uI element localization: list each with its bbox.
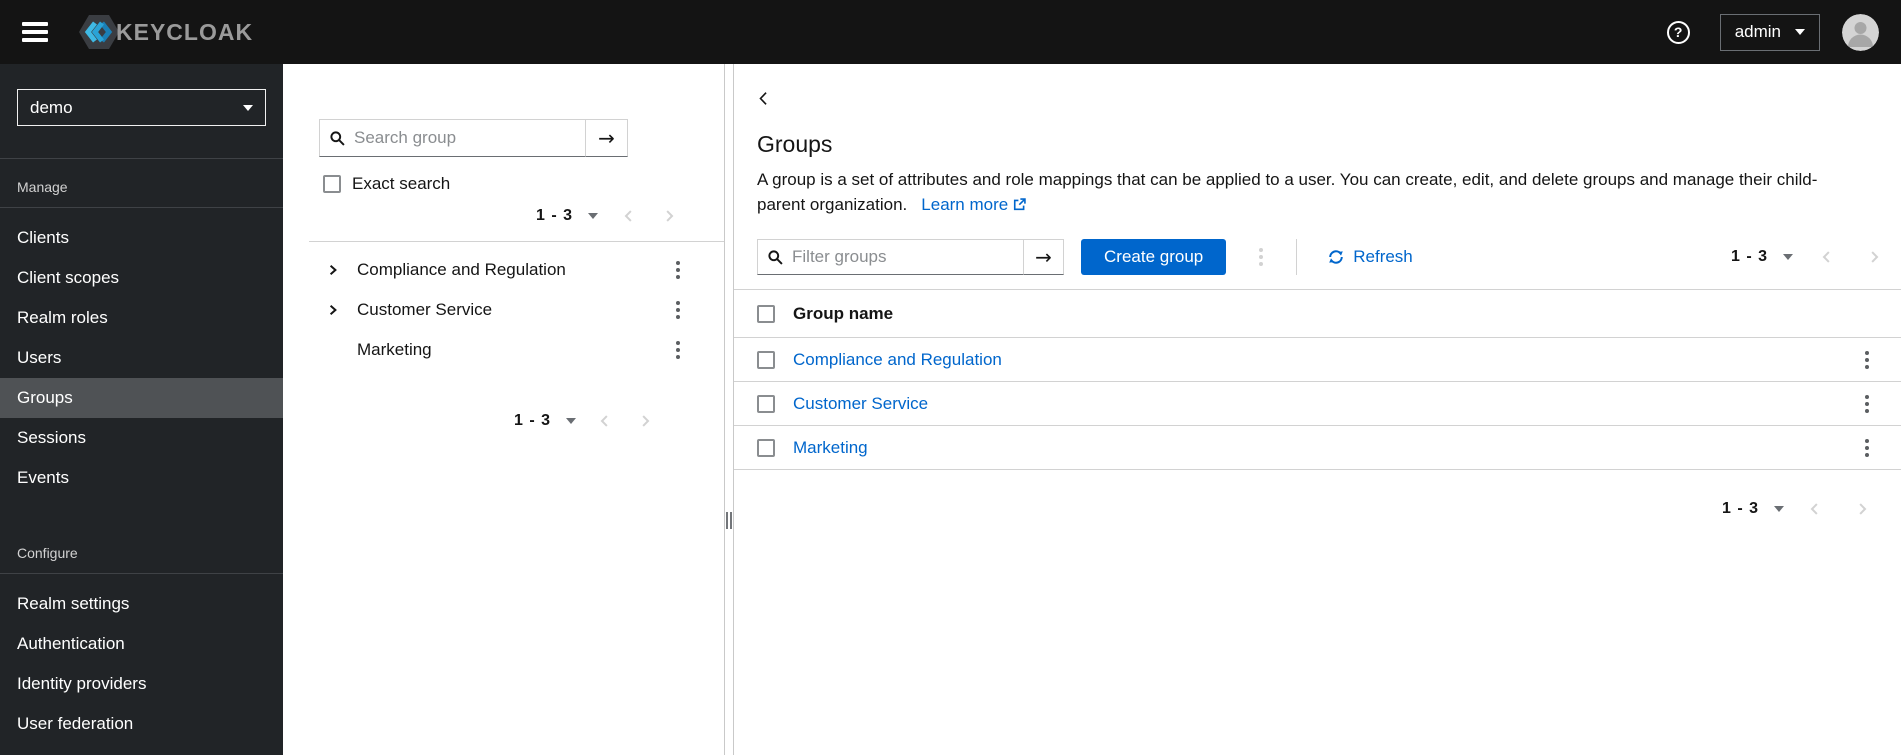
search-icon — [330, 130, 345, 146]
tree-search-input[interactable] — [354, 128, 575, 148]
drag-handle-icon[interactable] — [726, 512, 732, 529]
group-link-compliance-and-regulation[interactable]: Compliance and Regulation — [793, 350, 1002, 370]
chevron-down-icon — [1774, 506, 1784, 517]
pagination-range-dropdown[interactable]: 1 - 3 — [1722, 500, 1784, 518]
table-pagination-bottom: 1 - 3 — [734, 500, 1901, 518]
sidebar-item-events[interactable]: Events — [0, 458, 283, 498]
keycloak-admin-console: KEYCLOAK ? admin demo Manage Clients Cli… — [0, 0, 1901, 755]
kebab-menu-icon[interactable] — [672, 257, 684, 283]
user-dropdown-label: admin — [1734, 22, 1781, 41]
divider — [309, 241, 724, 242]
sidebar-item-client-scopes[interactable]: Client scopes — [0, 258, 283, 298]
row-checkbox[interactable] — [757, 438, 775, 457]
nav-section-configure: Configure — [0, 525, 283, 574]
nav-toggle-button[interactable] — [22, 22, 48, 42]
table-header-row: Group name — [734, 289, 1901, 338]
pagination-prev-button[interactable] — [598, 414, 612, 428]
groups-tree-panel: → Exact search 1 - 3 — [283, 64, 724, 755]
filter-submit-button[interactable]: → — [1023, 239, 1064, 275]
keycloak-hexagon-icon — [78, 14, 120, 50]
row-checkbox[interactable] — [757, 350, 775, 369]
sidebar-item-groups[interactable]: Groups — [0, 378, 283, 418]
exact-search-label: Exact search — [352, 174, 451, 193]
pagination-range-dropdown[interactable]: 1 - 3 — [1731, 248, 1793, 266]
pagination-next-button[interactable] — [662, 209, 676, 223]
pagination-prev-button[interactable] — [1808, 502, 1822, 516]
expand-chevron-icon[interactable] — [327, 304, 357, 316]
chevron-down-icon — [566, 418, 576, 429]
sidebar-item-authentication[interactable]: Authentication — [0, 624, 283, 664]
groups-table: Group name Compliance and Regulation Cus… — [734, 289, 1901, 470]
table-row: Compliance and Regulation — [734, 338, 1901, 382]
tree-pagination-bottom: 1 - 3 — [283, 412, 724, 430]
masthead: KEYCLOAK ? admin — [0, 0, 1901, 64]
select-all-checkbox[interactable] — [757, 304, 775, 323]
groups-main-panel: Groups A group is a set of attributes an… — [734, 64, 1901, 755]
sidebar-item-sessions[interactable]: Sessions — [0, 418, 283, 458]
realm-selector-label: demo — [30, 97, 73, 117]
sidebar-nav: demo Manage Clients Client scopes Realm … — [0, 64, 283, 755]
exact-search-checkbox[interactable] — [323, 175, 341, 193]
chevron-down-icon — [588, 213, 598, 224]
filter-box — [757, 239, 1024, 275]
pagination-range-dropdown[interactable]: 1 - 3 — [536, 207, 598, 225]
chevron-down-icon — [1795, 29, 1805, 40]
brand-name: KEYCLOAK — [116, 18, 254, 45]
pagination-range-dropdown[interactable]: 1 - 3 — [514, 412, 576, 430]
realm-selector[interactable]: demo — [17, 89, 266, 126]
refresh-label: Refresh — [1353, 247, 1413, 266]
tree-item-compliance-and-regulation[interactable]: Compliance and Regulation — [283, 250, 724, 290]
refresh-button[interactable]: Refresh — [1328, 247, 1413, 267]
avatar[interactable] — [1842, 13, 1879, 51]
learn-more-link[interactable]: Learn more — [921, 195, 1026, 214]
tree-search-submit-button[interactable]: → — [585, 119, 628, 157]
refresh-icon — [1328, 249, 1344, 265]
user-dropdown[interactable]: admin — [1719, 13, 1820, 51]
table-pagination-top: 1 - 3 — [1731, 248, 1881, 266]
kebab-menu-icon[interactable] — [672, 337, 684, 363]
nav-section-manage: Manage — [0, 159, 283, 208]
kebab-menu-icon[interactable] — [1861, 391, 1873, 417]
help-icon[interactable]: ? — [1666, 20, 1690, 44]
pagination-prev-button[interactable] — [1820, 250, 1834, 264]
row-checkbox[interactable] — [757, 394, 775, 413]
brand-logo: KEYCLOAK — [78, 14, 253, 50]
tree-search-box — [319, 119, 586, 157]
sidebar-item-users[interactable]: Users — [0, 338, 283, 378]
sidebar-item-realm-roles[interactable]: Realm roles — [0, 298, 283, 338]
sidebar-item-realm-settings[interactable]: Realm settings — [0, 584, 283, 624]
filter-groups-input[interactable] — [792, 247, 1013, 267]
search-icon — [768, 249, 783, 265]
groups-toolbar: → Create group Refresh — [734, 239, 1901, 275]
panel-resize-splitter[interactable] — [724, 64, 734, 755]
external-link-icon — [1013, 196, 1026, 215]
kebab-menu-icon[interactable] — [672, 297, 684, 323]
chevron-down-icon — [1783, 254, 1793, 265]
kebab-menu-icon[interactable] — [1861, 347, 1873, 373]
sidebar-item-user-federation[interactable]: User federation — [0, 704, 283, 744]
expand-chevron-icon[interactable] — [327, 264, 357, 276]
page-description: A group is a set of attributes and role … — [757, 170, 1818, 214]
pagination-next-button[interactable] — [1855, 502, 1869, 516]
group-link-customer-service[interactable]: Customer Service — [793, 394, 928, 414]
sidebar-item-identity-providers[interactable]: Identity providers — [0, 664, 283, 704]
tree-item-marketing[interactable]: Marketing — [283, 330, 724, 370]
page-title: Groups — [757, 131, 833, 157]
tree-pagination-top: 1 - 3 — [283, 207, 724, 225]
group-link-marketing[interactable]: Marketing — [793, 438, 868, 458]
table-row: Customer Service — [734, 382, 1901, 426]
pagination-prev-button[interactable] — [622, 209, 636, 223]
collapse-panel-button[interactable] — [757, 91, 770, 106]
tree-item-customer-service[interactable]: Customer Service — [283, 290, 724, 330]
sidebar-item-clients[interactable]: Clients — [0, 218, 283, 258]
create-group-button[interactable]: Create group — [1081, 239, 1227, 275]
column-header-group-name: Group name — [793, 303, 894, 323]
kebab-menu-icon[interactable] — [1861, 435, 1873, 461]
pagination-next-button[interactable] — [1867, 250, 1881, 264]
table-row: Marketing — [734, 426, 1901, 470]
divider — [1296, 239, 1298, 275]
toolbar-kebab-menu-icon[interactable] — [1255, 244, 1267, 270]
chevron-down-icon — [243, 104, 253, 116]
pagination-next-button[interactable] — [638, 414, 652, 428]
